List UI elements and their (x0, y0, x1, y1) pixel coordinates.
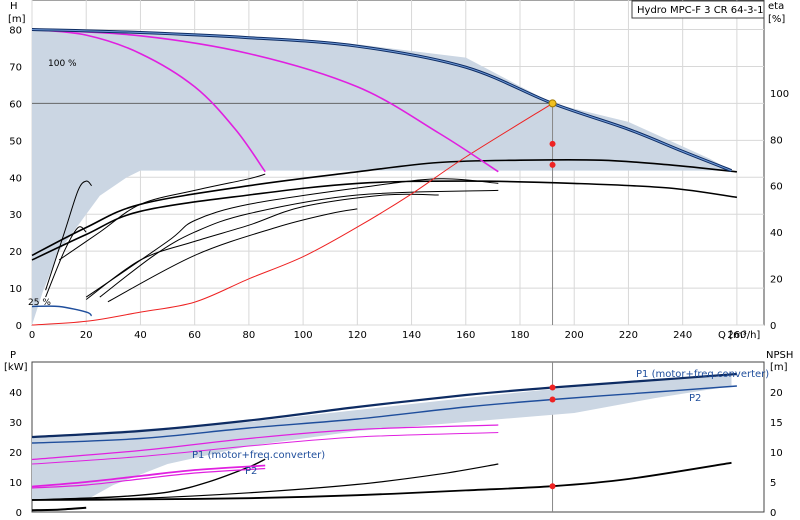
y-left-name: H (10, 1, 18, 12)
x-tick-label: 140 (402, 330, 421, 341)
duty-point-marker (548, 99, 557, 108)
npsh-curve-min (31, 506, 87, 512)
y-right-tick-label: 40 (770, 228, 783, 239)
power-duty-marker (549, 384, 556, 391)
y2-right-name: NPSH (766, 350, 793, 361)
x-tick-label: 200 (565, 330, 584, 341)
y-left-tick-label: 80 (9, 26, 22, 37)
npsh-duty-marker (549, 483, 556, 490)
y-left-tick-label: 50 (9, 136, 22, 147)
y-right-tick-label: 100 (770, 89, 789, 100)
y-left-tick-label: 70 (9, 62, 22, 73)
power-region (32, 374, 732, 500)
x-tick-label: 220 (619, 330, 638, 341)
y-right-tick-label: 60 (770, 182, 783, 193)
x-tick-label: 0 (29, 330, 35, 341)
y-left-tick-label: 10 (9, 284, 22, 295)
y-left-tick-label: 0 (16, 321, 22, 332)
chart-title: Hydro MPC-F 3 CR 64-3-1 (637, 5, 763, 16)
y-left-tick-label: 30 (9, 210, 22, 221)
y-right-tick-label: 80 (770, 135, 783, 146)
chart-canvas: 0 20 40 60 80 100 120 140 160 180 200 220 240 2600102… (4, 0, 793, 519)
eta-duty-marker (549, 140, 556, 147)
y-left-tick-label: 60 (9, 99, 22, 110)
x-tick-label: 120 (348, 330, 367, 341)
annotation-100pct: 100 % (48, 59, 77, 69)
x-tick-label: 80 (243, 330, 256, 341)
y-right-name: eta (768, 1, 784, 12)
power-region-area (32, 374, 732, 500)
y2-left-tick-label: 40 (9, 388, 22, 399)
y2-right-tick-label: 20 (770, 388, 783, 399)
pump-performance-chart: 0 20 40 60 80 100 120 140 160 180 200 220 240 260 0 10 2… (0, 0, 800, 520)
x-tick-label: 180 (510, 330, 529, 341)
y2-left-unit: [kW] (4, 362, 28, 373)
y2-right-tick-label: 10 (770, 448, 783, 459)
y-left-unit: [m] (8, 14, 26, 25)
p1-max-label: P1 (motor+freq.converter) (636, 369, 769, 380)
p2-mid-label: P2 (245, 466, 257, 477)
y2-left-name: P (10, 350, 16, 361)
power-duty-marker (549, 396, 556, 403)
y2-left-tick-label: 30 (9, 418, 22, 429)
y-right-tick-label: 0 (770, 321, 776, 332)
x-tick-label: 20 (80, 330, 93, 341)
eta-curve (31, 158, 737, 257)
y-right-tick-label: 20 (770, 275, 783, 286)
y-right-unit: [%] (768, 14, 785, 25)
annotation-25pct: 25 % (28, 298, 51, 308)
x-tick-label: 60 (188, 330, 201, 341)
y-left-tick-label: 40 (9, 173, 22, 184)
y2-left-tick-label: 20 (9, 448, 22, 459)
y2-left-tick-label: 0 (16, 508, 22, 519)
p1-mid-label: P1 (motor+freq.converter) (192, 450, 325, 461)
y2-right-tick-label: 15 (770, 418, 783, 429)
y2-right-tick-label: 5 (770, 478, 776, 489)
p2-max-label: P2 (689, 393, 701, 404)
x-tick-label: 40 (134, 330, 147, 341)
eta-duty-marker (549, 161, 556, 168)
y2-right-tick-label: 0 (770, 508, 776, 519)
eta-curve-partial (99, 189, 499, 298)
x-tick-label: 100 (294, 330, 313, 341)
y2-right-unit: [m] (770, 362, 788, 373)
x-tick-label: 240 (673, 330, 692, 341)
x-tick-label: 160 (456, 330, 475, 341)
y2-left-tick-label: 10 (9, 478, 22, 489)
x-axis-label: Q [m³/h] (718, 330, 760, 341)
y-left-tick-label: 20 (9, 247, 22, 258)
